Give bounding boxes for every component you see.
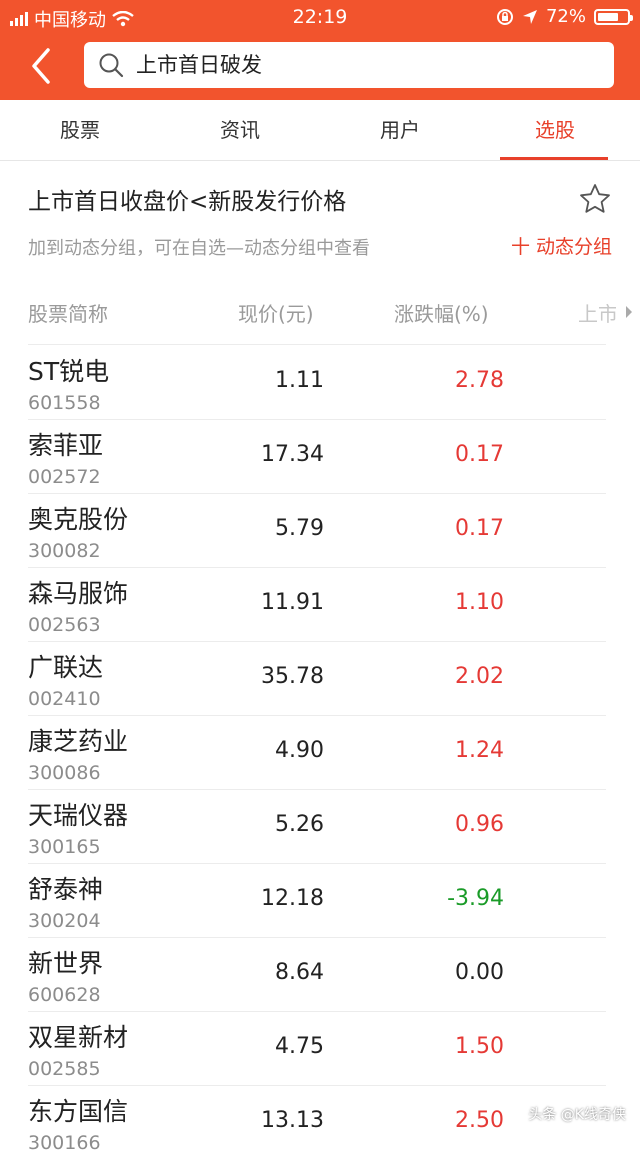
tab-stock-picker[interactable]: 选股 [480, 100, 630, 160]
stock-code: 002563 [28, 614, 101, 636]
stock-change: 1.50 [455, 1034, 504, 1059]
stock-name: ST锐电 [28, 357, 110, 386]
stock-code: 600628 [28, 984, 101, 1006]
stock-name: 天瑞仪器 [28, 801, 129, 830]
stock-name: 森马服饰 [28, 579, 129, 608]
stock-name: 索菲亚 [28, 431, 104, 460]
table-row[interactable]: 天瑞仪器 300165 5.26 0.96 [0, 790, 640, 864]
stock-price: 5.79 [275, 516, 324, 541]
stock-name: 舒泰神 [28, 875, 104, 904]
table-row[interactable]: 康芝药业 300086 4.90 1.24 [0, 716, 640, 790]
stock-code: 300165 [28, 836, 101, 858]
table-row[interactable]: 森马服饰 002563 11.91 1.10 [0, 568, 640, 642]
stock-change: 0.17 [455, 442, 504, 467]
search-input[interactable]: 上市首日破发 [136, 42, 262, 88]
stock-change: 0.00 [455, 960, 504, 985]
stock-price: 4.75 [275, 1034, 324, 1059]
battery-icon [594, 8, 633, 25]
watermark: 头条 @K线奇侠 [528, 1107, 626, 1123]
rotation-lock-icon [496, 8, 513, 25]
star-icon[interactable] [578, 182, 612, 216]
status-bar: 中国移动 22:19 72% [0, 0, 640, 34]
top-bar: 中国移动 22:19 72% 上市首日破发 [0, 0, 640, 100]
table-row[interactable]: 双星新材 002585 4.75 1.50 [0, 1012, 640, 1086]
stock-code: 300166 [28, 1132, 101, 1154]
column-header-listing[interactable]: 上市 [578, 298, 616, 327]
strategy-subtitle: 加到动态分组，可在自选—动态分组中查看 [28, 238, 370, 259]
stock-change: 2.02 [455, 664, 504, 689]
stock-price: 13.13 [261, 1108, 324, 1133]
stock-price: 8.64 [275, 960, 324, 985]
tab-news[interactable]: 资讯 [160, 100, 320, 160]
search-bar[interactable]: 上市首日破发 [84, 42, 614, 88]
add-dynamic-group-button[interactable]: 十 动态分组 [511, 232, 612, 259]
stock-change: 2.50 [455, 1108, 504, 1133]
header-divider [28, 344, 606, 345]
stock-code: 300082 [28, 540, 101, 562]
chevron-right-icon[interactable] [624, 305, 634, 319]
table-row[interactable]: 奥克股份 300082 5.79 0.17 [0, 494, 640, 568]
stock-name: 康芝药业 [28, 727, 129, 756]
stock-price: 17.34 [261, 442, 324, 467]
stock-name: 新世界 [28, 949, 104, 978]
stock-price: 11.91 [261, 590, 324, 615]
stock-code: 002410 [28, 688, 101, 710]
stock-change: 2.78 [455, 368, 504, 393]
stock-price: 5.26 [275, 812, 324, 837]
back-arrow-icon[interactable] [24, 46, 60, 86]
stock-change: 0.96 [455, 812, 504, 837]
stock-name: 奥克股份 [28, 505, 129, 534]
stock-code: 601558 [28, 392, 101, 414]
stock-code: 300086 [28, 762, 101, 784]
stock-change: 0.17 [455, 516, 504, 541]
table-row[interactable]: 舒泰神 300204 12.18 -3.94 [0, 864, 640, 938]
table-row[interactable]: 索菲亚 002572 17.34 0.17 [0, 420, 640, 494]
stock-name: 东方国信 [28, 1097, 129, 1126]
search-icon [99, 53, 124, 78]
active-tab-indicator [500, 157, 608, 160]
stock-change: 1.10 [455, 590, 504, 615]
stock-name: 广联达 [28, 653, 104, 682]
column-header-price[interactable]: 现价(元) [238, 298, 314, 327]
stock-price: 1.11 [275, 368, 324, 393]
column-header-change[interactable]: 涨跌幅(%) [394, 298, 489, 327]
strategy-title: 上市首日收盘价<新股发行价格 [28, 189, 347, 215]
table-row[interactable]: 新世界 600628 8.64 0.00 [0, 938, 640, 1012]
battery-percent: 72% [545, 6, 586, 27]
stock-code: 002585 [28, 1058, 101, 1080]
table-row[interactable]: ST锐电 601558 1.11 2.78 [0, 346, 640, 420]
battery-fill [598, 12, 619, 21]
status-right: 72% [496, 6, 633, 27]
table-row[interactable]: 广联达 002410 35.78 2.02 [0, 642, 640, 716]
location-icon [522, 9, 537, 24]
stock-price: 35.78 [261, 664, 324, 689]
search-tabs: 股票 资讯 用户 选股 [0, 100, 640, 161]
column-header-name[interactable]: 股票简称 [28, 298, 108, 327]
stock-change: 1.24 [455, 738, 504, 763]
stock-price: 4.90 [275, 738, 324, 763]
tab-stocks[interactable]: 股票 [0, 100, 160, 160]
stock-price: 12.18 [261, 886, 324, 911]
stock-code: 002572 [28, 466, 101, 488]
stock-name: 双星新材 [28, 1023, 129, 1052]
stock-code: 300204 [28, 910, 101, 932]
stock-change: -3.94 [447, 886, 504, 911]
tab-users[interactable]: 用户 [320, 100, 480, 160]
